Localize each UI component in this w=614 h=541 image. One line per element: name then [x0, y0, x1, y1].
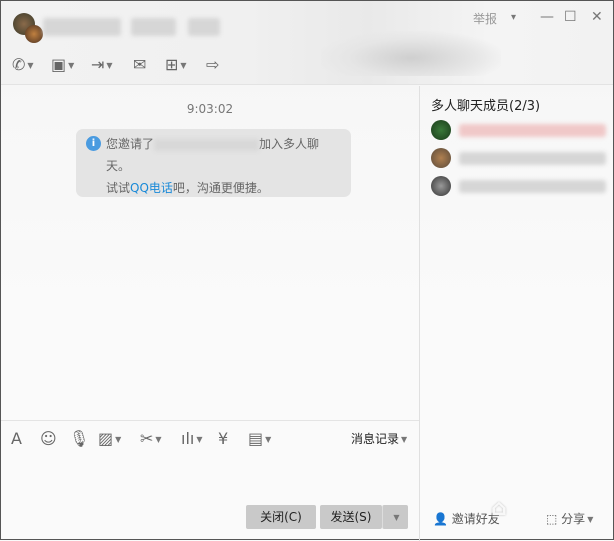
member-name — [459, 124, 606, 137]
report-link[interactable]: 举报 — [473, 10, 497, 27]
invite-friend-button[interactable]: 👤 邀请好友 — [433, 510, 500, 527]
emoji-icon[interactable]: ☺ — [40, 429, 57, 448]
phone-icon[interactable]: ✆ ▼ — [12, 55, 34, 76]
member-item[interactable] — [431, 148, 606, 170]
member-name — [459, 152, 606, 165]
header-background — [321, 31, 501, 76]
message-prefix: 您邀请了 — [106, 137, 155, 151]
member-avatar — [431, 148, 451, 168]
share-icon: ⬚ — [546, 512, 558, 526]
red-packet-icon[interactable]: ¥ — [218, 429, 228, 448]
message-history-button[interactable]: 消息记录 ▼ — [351, 430, 407, 447]
voice-icon[interactable]: 🎙 — [69, 429, 89, 448]
file-transfer-icon[interactable]: ⇥ ▼ — [91, 55, 113, 76]
minimize-button[interactable]: — — [540, 9, 554, 25]
header: 举报 ▾ — ☐ ✕ ✆ ▼ ▣ ▼ ⇥ ▼ ✉ ⊞ ▼ ⇨ — [1, 1, 613, 85]
message-timestamp: 9:03:02 — [186, 102, 234, 116]
member-avatar — [431, 120, 451, 140]
font-icon[interactable]: A — [11, 429, 22, 448]
member-item[interactable] — [431, 176, 606, 198]
close-button[interactable]: 关闭(C) — [246, 505, 316, 529]
share-button[interactable]: ⬚ 分享 ▼ — [546, 510, 593, 527]
maximize-button[interactable]: ☐ — [564, 9, 577, 25]
member-item[interactable] — [431, 120, 606, 142]
history-label: 消息记录 — [351, 432, 400, 446]
menu-button[interactable]: ▾ — [511, 12, 516, 23]
member-name — [459, 180, 606, 193]
qq-call-link[interactable]: QQ电话 — [130, 181, 173, 195]
share-label: 分享 — [561, 512, 586, 526]
info-icon: i — [86, 136, 101, 151]
exit-icon[interactable]: ⇨ — [206, 55, 219, 75]
screenshot-icon[interactable]: ✂ ▼ — [140, 429, 162, 448]
more-icon[interactable]: ▤ ▼ — [248, 429, 271, 448]
add-user-icon: 👤 — [433, 512, 448, 526]
poll-icon[interactable]: ılı ▼ — [181, 429, 203, 448]
screen-share-icon[interactable]: ▣ ▼ — [51, 55, 74, 76]
group-name-3 — [188, 18, 220, 36]
chat-window: 举报 ▾ — ☐ ✕ ✆ ▼ ▣ ▼ ⇥ ▼ ✉ ⊞ ▼ ⇨ 9:03:02 i 您邀请… — [0, 0, 614, 541]
image-icon[interactable]: ▨ ▼ — [98, 429, 121, 448]
tip-suffix: 吧，沟通更便捷。 — [172, 181, 269, 195]
group-name[interactable] — [43, 18, 121, 36]
group-name-2 — [131, 18, 176, 36]
close-window-button[interactable]: ✕ — [591, 9, 603, 25]
members-title: 多人聊天成员(2/3) — [431, 99, 541, 114]
send-options-button[interactable]: ▼ — [382, 505, 408, 529]
mail-icon[interactable]: ✉ — [133, 55, 146, 75]
system-message: i 您邀请了 加入多人聊天。 试试QQ电话吧，沟通更便捷。 — [76, 129, 351, 197]
panel-divider — [419, 86, 420, 541]
member-avatar — [431, 176, 451, 196]
send-button[interactable]: 发送(S) — [320, 505, 382, 529]
add-chat-icon[interactable]: ⊞ ▼ — [165, 55, 187, 76]
input-divider — [1, 420, 419, 421]
invitee-name — [154, 138, 260, 151]
watermark-logo: ⌂ — [491, 496, 507, 521]
group-avatar-2 — [25, 25, 43, 43]
tip-prefix: 试试 — [106, 181, 131, 195]
